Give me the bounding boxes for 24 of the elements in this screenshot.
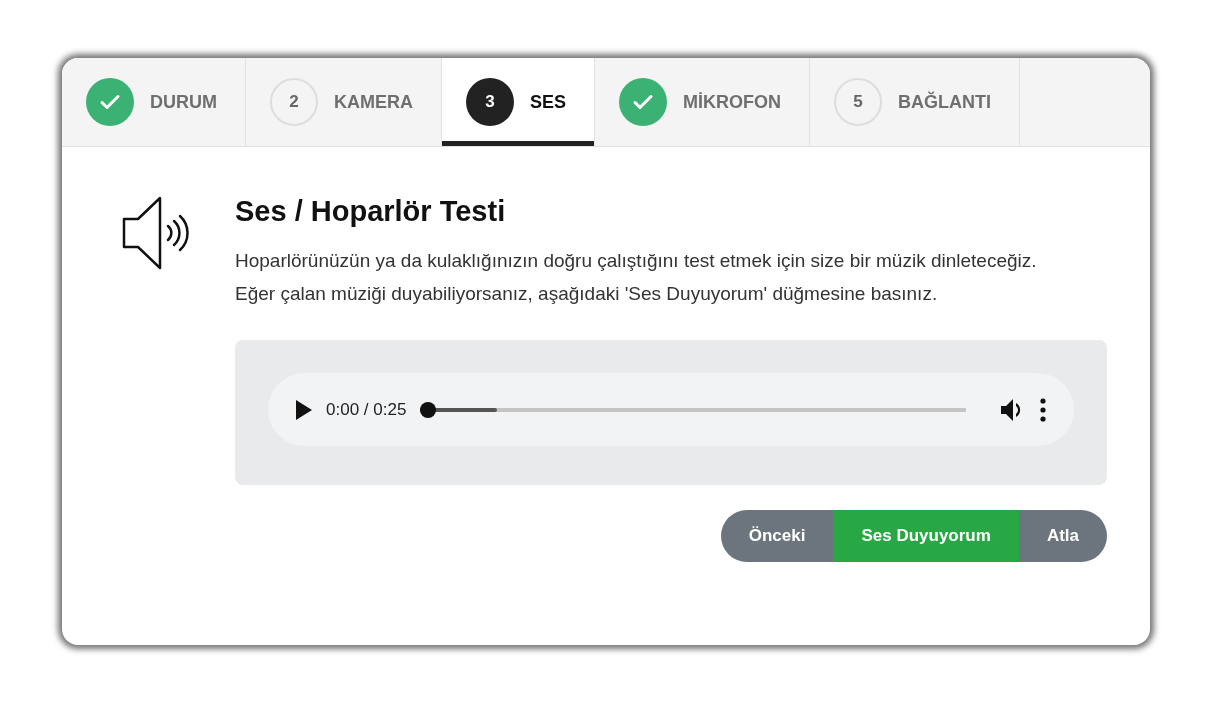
step-number: 2 (270, 78, 318, 126)
action-button[interactable]: Atla (1018, 510, 1107, 562)
step-tab[interactable]: MİKROFON (595, 58, 811, 146)
step-number: 5 (834, 78, 883, 126)
step-tab[interactable]: 3 SES (442, 58, 596, 146)
step-label: SES (530, 91, 567, 113)
action-button[interactable]: Önceki (720, 510, 834, 562)
step-tab[interactable]: 5 BAĞLANTI (810, 58, 1021, 146)
step-tab[interactable]: DURUM (62, 58, 246, 146)
speaker-icon (122, 195, 190, 271)
progress-thumb[interactable] (420, 401, 437, 418)
step-label: DURUM (150, 91, 217, 113)
step-label: KAMERA (334, 91, 413, 113)
check-icon (86, 78, 134, 126)
description-text: Hoparlörünüzün ya da kulaklığınızın doğru çalıştığını test etmek için size bir müzik dinleteceğiz. Eğer çalan müziği duyabiliyorsanız, aşağıdaki 'Ses Duyuyorum' düğmesine basınız. (235, 249, 1038, 306)
check-icon (619, 78, 668, 126)
time-display: 0:00 / 0:25 (326, 399, 407, 420)
action-button[interactable]: Ses Duyuyorum (833, 510, 1019, 562)
more-options-icon[interactable] (1040, 397, 1046, 422)
step-number: 3 (466, 78, 514, 126)
section-title: Ses / Hoparlör Testi (235, 195, 507, 228)
play-icon[interactable] (296, 399, 312, 420)
step-label: MİKROFON (683, 91, 782, 113)
step-label: BAĞLANTI (898, 91, 992, 113)
